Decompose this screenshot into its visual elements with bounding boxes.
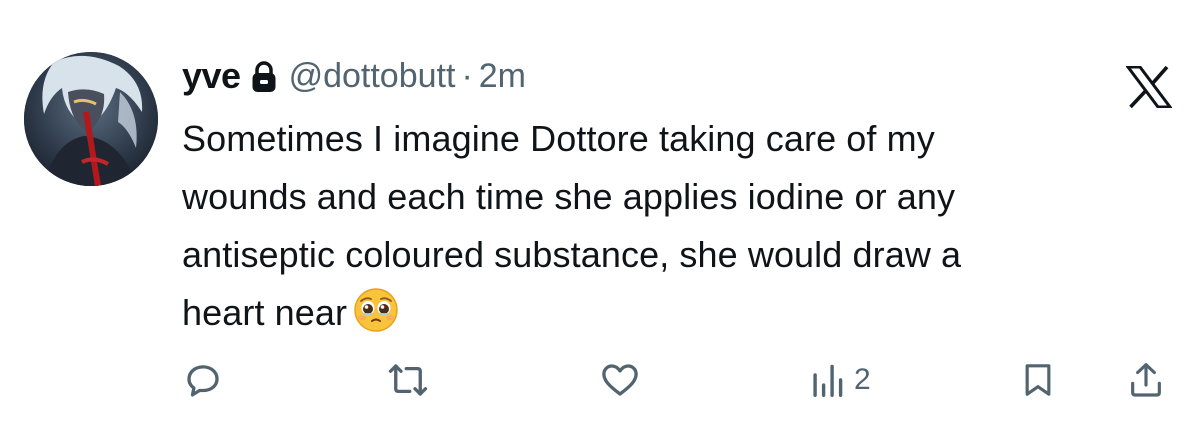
tweet-text-line: wounds and each time she applies iodine …	[182, 176, 956, 217]
reply-icon	[182, 359, 224, 401]
tweet-text-line: antiseptic coloured substance, she would…	[182, 234, 962, 275]
heart-icon	[598, 359, 642, 401]
timestamp[interactable]: 2m	[479, 57, 526, 96]
pleading-face-emoji	[353, 287, 399, 333]
tweet-text: Sometimes I imagine Dottore taking care …	[182, 110, 1172, 342]
tweet-header: yve @dottobutt · 2m	[182, 48, 526, 104]
retweet-icon	[386, 359, 430, 401]
views-count: 2	[854, 363, 871, 396]
share-icon	[1126, 359, 1166, 401]
views-icon	[810, 359, 844, 401]
action-bar: 2	[182, 356, 1170, 404]
lock-icon	[251, 61, 277, 93]
x-logo-icon	[1125, 65, 1173, 109]
reply-button[interactable]	[182, 356, 234, 404]
tweet-text-line: Sometimes I imagine Dottore taking care …	[182, 118, 935, 159]
tweet-text-line-last: heart near	[182, 284, 1172, 342]
avatar[interactable]	[24, 52, 158, 186]
bookmark-button[interactable]	[1018, 356, 1058, 404]
bookmark-icon	[1018, 359, 1058, 401]
retweet-button[interactable]	[386, 356, 440, 404]
views-button[interactable]: 2	[810, 356, 871, 404]
user-handle[interactable]: @dottobutt	[289, 57, 456, 96]
separator-dot: ·	[461, 56, 473, 95]
display-name[interactable]: yve	[182, 55, 241, 97]
like-button[interactable]	[598, 356, 652, 404]
share-button[interactable]	[1126, 356, 1166, 404]
tweet-text-line: heart near	[182, 292, 348, 333]
avatar-image	[24, 52, 158, 186]
